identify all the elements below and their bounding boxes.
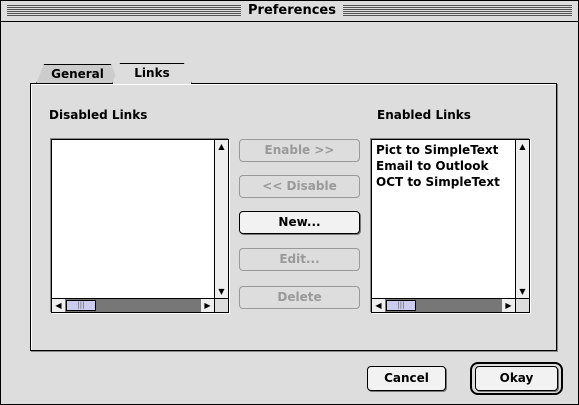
- scroll-thumb-grip-icon[interactable]: |||: [386, 300, 416, 311]
- title-bar-stripes-left: [7, 5, 241, 16]
- enabled-horizontal-scrollbar[interactable]: ◀ ||| ▶: [372, 298, 515, 312]
- scroll-corner: [214, 298, 228, 312]
- okay-button[interactable]: Okay: [475, 366, 558, 391]
- tab-links[interactable]: Links: [112, 63, 192, 84]
- disabled-horizontal-scrollbar[interactable]: ◀ ||| ▶: [52, 298, 214, 312]
- cancel-button[interactable]: Cancel: [367, 366, 446, 391]
- disabled-vertical-scrollbar[interactable]: ▲ ▼: [214, 140, 228, 298]
- window-title: Preferences: [241, 2, 343, 20]
- arrow-left-icon[interactable]: ◀: [372, 299, 385, 312]
- list-item[interactable]: OCT to SimpleText: [376, 174, 500, 190]
- arrow-up-icon[interactable]: ▲: [215, 140, 228, 153]
- links-panel: Disabled Links Enabled Links ▲ ▼ ◀ ||| ▶…: [30, 83, 557, 351]
- arrow-down-icon[interactable]: ▼: [215, 285, 228, 298]
- title-bar[interactable]: Preferences: [1, 1, 578, 22]
- arrow-right-icon[interactable]: ▶: [201, 299, 214, 312]
- arrow-up-icon[interactable]: ▲: [516, 140, 529, 153]
- enabled-links-items: Pict to SimpleText Email to Outlook OCT …: [376, 142, 500, 190]
- preferences-window: Preferences General Links Disabled Links…: [0, 0, 579, 405]
- new-button[interactable]: New...: [239, 211, 360, 234]
- list-item[interactable]: Pict to SimpleText: [376, 142, 500, 158]
- list-item[interactable]: Email to Outlook: [376, 158, 500, 174]
- disable-button[interactable]: << Disable: [239, 175, 360, 198]
- enable-button[interactable]: Enable >>: [239, 139, 360, 162]
- enabled-links-list[interactable]: Pict to SimpleText Email to Outlook OCT …: [371, 139, 530, 313]
- delete-button[interactable]: Delete: [239, 286, 360, 309]
- scroll-thumb-grip-icon[interactable]: |||: [66, 300, 96, 311]
- scroll-corner: [515, 298, 529, 312]
- arrow-left-icon[interactable]: ◀: [52, 299, 65, 312]
- disabled-links-heading: Disabled Links: [49, 108, 148, 122]
- tab-general[interactable]: General: [36, 64, 119, 84]
- arrow-down-icon[interactable]: ▼: [516, 285, 529, 298]
- enabled-links-heading: Enabled Links: [377, 108, 471, 122]
- enabled-vertical-scrollbar[interactable]: ▲ ▼: [515, 140, 529, 298]
- edit-button[interactable]: Edit...: [239, 248, 360, 271]
- title-bar-stripes-right: [343, 5, 572, 16]
- arrow-right-icon[interactable]: ▶: [502, 299, 515, 312]
- disabled-links-list[interactable]: ▲ ▼ ◀ ||| ▶: [51, 139, 229, 313]
